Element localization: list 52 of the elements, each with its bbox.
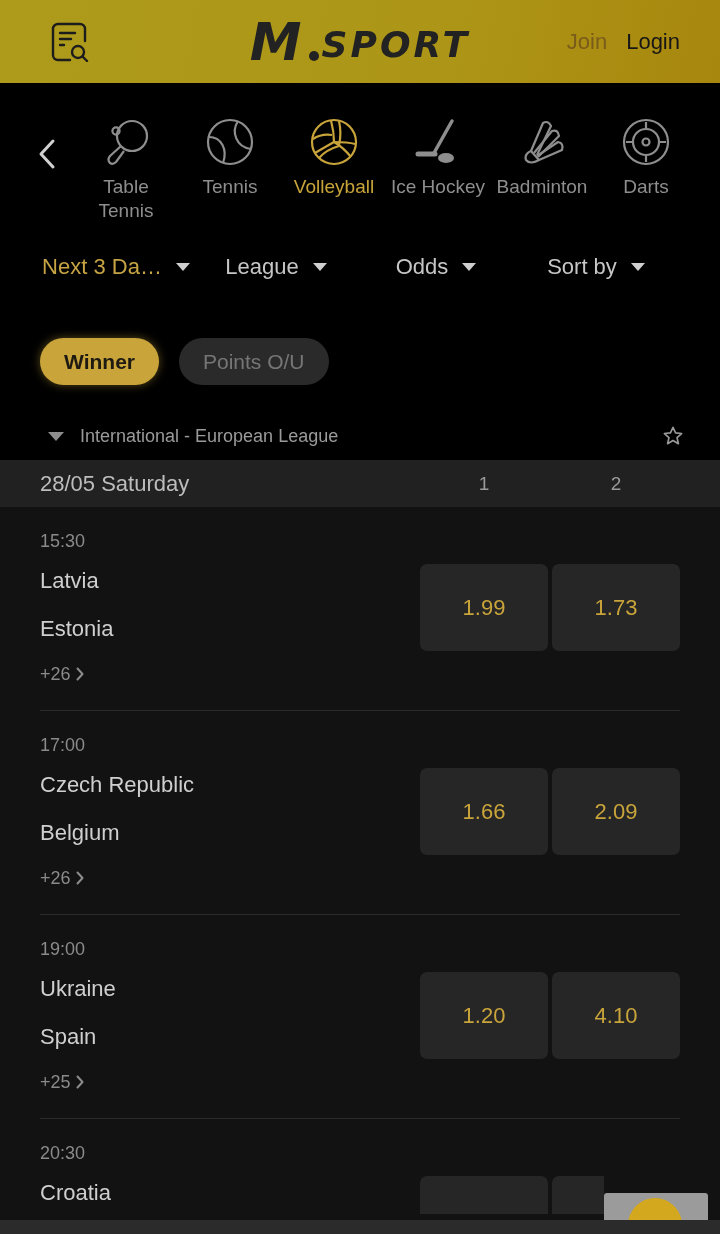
odds-button[interactable]: 1.20 [420,972,548,1059]
team-name: Spain [40,1023,97,1051]
team-name: Croatia [40,1179,111,1207]
more-markets-link[interactable]: +25 [40,1068,84,1096]
logo-wordmark: SPORT [321,27,471,62]
caret-icon [462,263,477,271]
market-tab[interactable]: Winner [40,338,159,385]
match-time: 17:00 [40,734,86,757]
more-markets-link[interactable]: +26 [40,864,84,892]
match-time: 19:00 [40,938,86,961]
team-name: Estonia [40,615,114,643]
ball-icon [206,118,254,166]
sport-tab[interactable]: Ice Hockey [386,118,490,199]
logo-mark: M [249,19,306,64]
sport-tab[interactable]: Table Tennis [74,118,178,223]
caret-icon [175,263,190,271]
sport-tab[interactable]: Tennis [178,118,282,199]
odds-button[interactable]: 1.73 [552,564,680,651]
filter-dropdown[interactable]: Next 3 Da… [42,253,190,281]
document-search-icon[interactable] [50,21,90,62]
dot-icon [308,50,319,61]
target-icon [622,118,670,166]
odds-button[interactable]: 4.10 [552,972,680,1059]
column-label: 2 [609,472,623,495]
odds-button[interactable]: 2.09 [552,768,680,855]
caret-icon[interactable] [48,431,64,441]
sport-tab[interactable]: Volleyball [282,118,386,199]
caret-icon [312,263,327,271]
caret-icon [630,263,645,271]
chevron-icon [75,1075,84,1089]
login-link[interactable]: Login [626,27,680,56]
chevron-icon [75,667,84,681]
team-name: Belgium [40,819,120,847]
odds-button[interactable]: 1.99 [420,564,548,651]
team-name: Czech Republic [40,771,195,799]
filter-dropdown[interactable]: Sort by [547,253,645,281]
match-time: 20:30 [40,1142,86,1165]
team-name: Latvia [40,567,99,595]
star-icon[interactable] [662,425,684,447]
date-label: 28/05 Saturday [40,470,191,497]
chevron-icon [75,871,84,885]
filter-dropdown[interactable]: Odds [395,253,477,281]
volleyball-icon [310,118,358,166]
sport-tab[interactable]: Darts [594,118,698,199]
sport-tab[interactable]: Badminton [490,118,594,199]
odds-button[interactable]: 1.66 [420,768,548,855]
column-label: 1 [477,472,491,495]
filter-dropdown[interactable]: League [225,253,327,281]
team-name: Ukraine [40,975,116,1003]
league-title: International - European League [80,425,339,447]
match-time: 15:30 [40,530,86,553]
more-markets-link[interactable]: +26 [40,660,84,688]
